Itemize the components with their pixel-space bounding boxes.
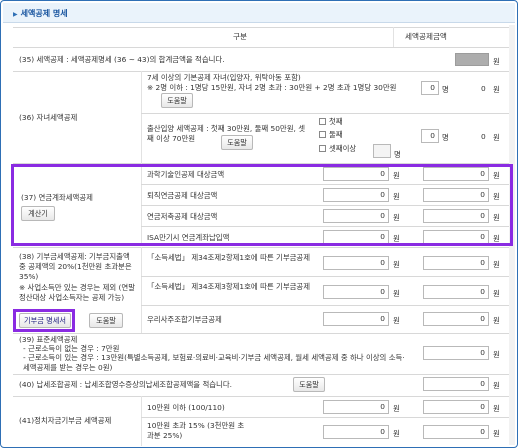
unit-label: 원 xyxy=(493,404,500,413)
tax-union-credit-input[interactable]: 0 xyxy=(423,377,489,391)
unit-label: 원 xyxy=(393,260,400,269)
unit-label: 원 xyxy=(493,260,500,269)
political-credit-input[interactable]: 0 xyxy=(423,425,489,439)
donation-credit-input[interactable]: 0 xyxy=(423,285,489,299)
total-credit-field xyxy=(455,53,489,66)
row-35-label: (35) 세액공제 : 세액공제명세 (36 ~ 43)의 합계금액을 적습니다… xyxy=(19,55,225,64)
divider xyxy=(13,247,509,248)
unit-label: 원 xyxy=(393,429,400,438)
unit-label: 원 xyxy=(493,133,500,142)
checkbox-label: 첫째 xyxy=(329,117,343,126)
divider xyxy=(141,113,509,114)
birth-count-input[interactable]: 0 xyxy=(421,129,439,143)
triangle-icon: ▶ xyxy=(13,11,18,18)
row-40-label: (40) 납세조합공제 : 납세조합영수증상의납세조합공제액을 적습니다. xyxy=(19,380,232,389)
highlight-box xyxy=(11,164,513,246)
unit-label: 원 xyxy=(493,57,500,66)
row-41-label: (41)정치자금기부금 세액공제 xyxy=(19,416,112,425)
divider xyxy=(141,71,142,163)
highlight-box xyxy=(13,309,75,332)
help-button[interactable]: 도움말 xyxy=(293,377,325,392)
divider xyxy=(141,276,509,277)
unit-label: 원 xyxy=(393,316,400,325)
unit-label: 원 xyxy=(393,289,400,298)
political-base-input[interactable]: 0 xyxy=(323,400,389,414)
help-button[interactable]: 도움말 xyxy=(161,93,193,108)
column-header-item: 구분 xyxy=(233,32,247,41)
divider xyxy=(13,396,509,397)
donation-credit-input[interactable]: 0 xyxy=(423,256,489,270)
donation-row-label: 「소득세법」 제34조제2항제1호에 따른 기부금공제 xyxy=(147,253,311,262)
help-button[interactable]: 도움말 xyxy=(221,135,253,150)
divider xyxy=(141,247,142,333)
help-button[interactable]: 도움말 xyxy=(89,313,123,328)
checkbox-first[interactable] xyxy=(319,118,326,125)
child-credit-amount: 0 xyxy=(481,84,486,93)
donation-row-label: 우리사주조합기부금공제 xyxy=(147,315,222,324)
unit-label: 명 xyxy=(394,150,401,159)
row-36-label: (36) 자녀세액공제 xyxy=(19,113,78,122)
child-credit-line2: ※ 2명 이하 : 1명당 15만원, 자녀 2명 초과 : 30만원 + 2명… xyxy=(147,83,397,92)
unit-label: 원 xyxy=(493,381,500,390)
unit-label: 원 xyxy=(393,404,400,413)
divider xyxy=(141,305,509,306)
checkbox-second[interactable] xyxy=(319,131,326,138)
section-header: ▶ 세액공제 명세 xyxy=(3,3,515,23)
birth-credit-amount: 0 xyxy=(481,132,486,141)
unit-label: 원 xyxy=(493,350,500,359)
donation-row-label: 「소득세법」 제34조제3항제1호에 따른 기부금공제 xyxy=(147,282,311,291)
third-plus-count-input[interactable] xyxy=(373,144,391,158)
political-credit-input[interactable]: 0 xyxy=(423,400,489,414)
divider xyxy=(141,396,142,446)
checkbox-label: 셋째이상 xyxy=(329,144,357,153)
child-count-input[interactable]: 0 xyxy=(421,81,439,95)
child-credit-line1: 7세 이상의 기본공제 자녀(입양자, 위탁아동 포함) xyxy=(147,73,301,82)
divider xyxy=(13,27,509,28)
donation-base-input[interactable]: 0 xyxy=(323,312,389,326)
divider xyxy=(141,417,509,418)
tax-credit-panel: ▶ 세액공제 명세 구분 세액공제금액 (35) 세액공제 : 세액공제명세 (3… xyxy=(0,0,518,448)
row-38-note: ※ 사업소득만 있는 경우는 제외 (연말정산대상 사업소득자는 공제 가능) xyxy=(19,283,136,302)
political-row-label: 10만원 이하 (100/110) xyxy=(147,403,225,412)
unit-label: 명 xyxy=(442,133,449,142)
standard-credit-line2: - 근로소득이 있는 경우 : 13만원(특별소득공제, 보험료·의료비·교육비… xyxy=(23,353,405,372)
unit-label: 원 xyxy=(493,289,500,298)
column-header-amount: 세액공제금액 xyxy=(405,32,447,41)
divider xyxy=(13,374,509,375)
divider xyxy=(13,333,509,334)
divider xyxy=(13,47,509,48)
political-row-label: 10만원 초과 15% (3천만원 초과분 25%) xyxy=(147,421,245,440)
unit-label: 명 xyxy=(442,85,449,94)
row-38-label: (38) 기부금세액공제: 기부금지출액 중 공제액의 20%(1천만원 초과분… xyxy=(19,252,132,281)
unit-label: 원 xyxy=(493,85,500,94)
unit-label: 원 xyxy=(493,316,500,325)
donation-base-input[interactable]: 0 xyxy=(323,256,389,270)
divider xyxy=(393,27,394,47)
donation-credit-input[interactable]: 0 xyxy=(423,312,489,326)
donation-base-input[interactable]: 0 xyxy=(323,285,389,299)
standard-credit-input[interactable]: 0 xyxy=(423,346,489,360)
section-title: ▶ 세액공제 명세 xyxy=(13,9,68,18)
political-base-input[interactable]: 0 xyxy=(323,425,389,439)
checkbox-third-plus[interactable] xyxy=(319,145,326,152)
checkbox-label: 둘째 xyxy=(329,130,343,139)
unit-label: 원 xyxy=(493,429,500,438)
divider xyxy=(13,71,509,72)
